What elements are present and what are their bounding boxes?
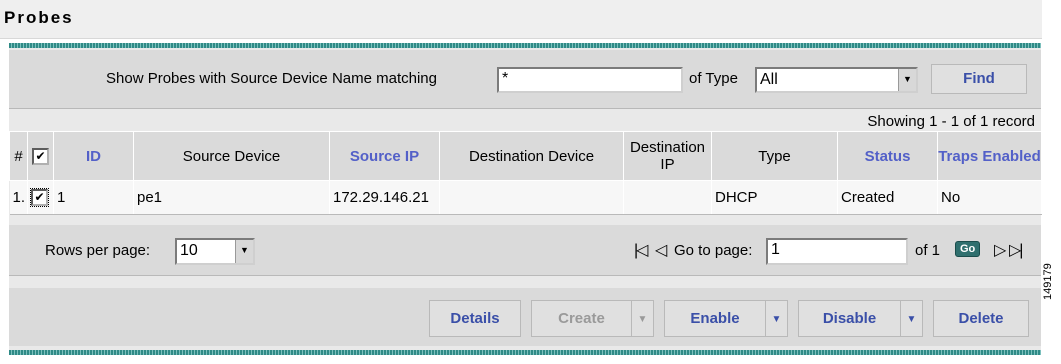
chevron-down-icon[interactable]: ▼ bbox=[235, 240, 253, 263]
first-page-icon[interactable]: |◁ bbox=[634, 240, 649, 260]
col-id[interactable]: ID bbox=[53, 131, 134, 181]
top-divider bbox=[9, 43, 1041, 48]
title-bar: Probes bbox=[0, 0, 1042, 39]
col-destination-device: Destination Device bbox=[439, 131, 624, 181]
filter-label: Show Probes with Source Device Name matc… bbox=[106, 70, 437, 87]
row-id: 1 bbox=[53, 180, 134, 215]
actions-bar: Details Create ▼ Enable ▼ Disable ▼ Dele… bbox=[9, 288, 1041, 346]
go-to-page-label: Go to page: bbox=[674, 242, 753, 259]
page-title: Probes bbox=[4, 8, 74, 27]
bottom-divider bbox=[9, 350, 1041, 355]
table-header-row: # ✔ ID Source Device Source IP Destinati… bbox=[9, 131, 1042, 181]
probes-panel: Show Probes with Source Device Name matc… bbox=[9, 43, 1042, 355]
type-label: of Type bbox=[689, 70, 738, 87]
disable-label: Disable bbox=[822, 310, 877, 327]
row-status: Created bbox=[837, 180, 938, 215]
row-number: 1. bbox=[9, 180, 28, 215]
create-label: Create bbox=[558, 310, 605, 327]
details-button[interactable]: Details bbox=[429, 300, 521, 337]
figure-code: 149179 bbox=[1042, 263, 1054, 300]
rows-per-page-label: Rows per page: bbox=[45, 242, 151, 259]
type-select-value: All bbox=[760, 71, 778, 88]
pagination-bar: Rows per page: 10 ▼ |◁ ◁ Go to page: 1 o… bbox=[9, 225, 1041, 276]
find-button[interactable]: Find bbox=[931, 64, 1027, 94]
col-traps-enabled[interactable]: Traps Enabled bbox=[937, 131, 1042, 181]
type-select[interactable]: All ▼ bbox=[755, 67, 918, 93]
delete-button[interactable]: Delete bbox=[933, 300, 1029, 337]
row-destination-device bbox=[439, 180, 624, 215]
col-destination-ip: Destination IP bbox=[623, 131, 712, 181]
page-number-input[interactable]: 1 bbox=[766, 238, 908, 265]
source-device-filter-input[interactable]: * bbox=[497, 67, 683, 93]
col-type: Type bbox=[711, 131, 838, 181]
next-page-icon[interactable]: ▷ bbox=[994, 240, 1006, 260]
create-button: Create ▼ bbox=[531, 300, 654, 337]
row-destination-ip bbox=[623, 180, 712, 215]
chevron-down-icon[interactable]: ▼ bbox=[765, 301, 787, 336]
col-status[interactable]: Status bbox=[837, 131, 938, 181]
row-type: DHCP bbox=[711, 180, 838, 215]
row-source-device: pe1 bbox=[133, 180, 330, 215]
rows-per-page-select[interactable]: 10 ▼ bbox=[175, 238, 255, 265]
checkbox-checked-icon[interactable]: ✔ bbox=[32, 147, 49, 165]
disable-button[interactable]: Disable ▼ bbox=[798, 300, 923, 337]
chevron-down-icon[interactable]: ▼ bbox=[898, 69, 916, 91]
rows-per-page-value: 10 bbox=[180, 242, 198, 259]
col-source-device: Source Device bbox=[133, 131, 330, 181]
previous-page-icon[interactable]: ◁ bbox=[655, 240, 667, 260]
row-traps-enabled: No bbox=[937, 180, 1042, 215]
chevron-down-icon[interactable]: ▼ bbox=[900, 301, 922, 336]
enable-button[interactable]: Enable ▼ bbox=[664, 300, 788, 337]
select-all-checkbox[interactable]: ✔ bbox=[27, 131, 54, 181]
table-row[interactable]: 1. ✔ 1 pe1 172.29.146.21 DHCP Created No bbox=[9, 180, 1042, 215]
go-button[interactable]: Go bbox=[955, 241, 981, 257]
row-source-ip: 172.29.146.21 bbox=[329, 180, 440, 215]
col-source-ip[interactable]: Source IP bbox=[329, 131, 440, 181]
col-number: # bbox=[9, 131, 28, 181]
row-checkbox[interactable]: ✔ bbox=[27, 180, 54, 215]
filter-bar: Show Probes with Source Device Name matc… bbox=[9, 50, 1041, 109]
enable-label: Enable bbox=[690, 310, 740, 327]
record-count: Showing 1 - 1 of 1 record bbox=[867, 113, 1035, 130]
checkbox-checked-icon[interactable]: ✔ bbox=[30, 188, 49, 208]
page-total: of 1 bbox=[915, 242, 941, 259]
probes-table: # ✔ ID Source Device Source IP Destinati… bbox=[9, 131, 1042, 215]
last-page-icon[interactable]: ▷| bbox=[1009, 240, 1024, 260]
chevron-down-icon: ▼ bbox=[631, 301, 653, 336]
